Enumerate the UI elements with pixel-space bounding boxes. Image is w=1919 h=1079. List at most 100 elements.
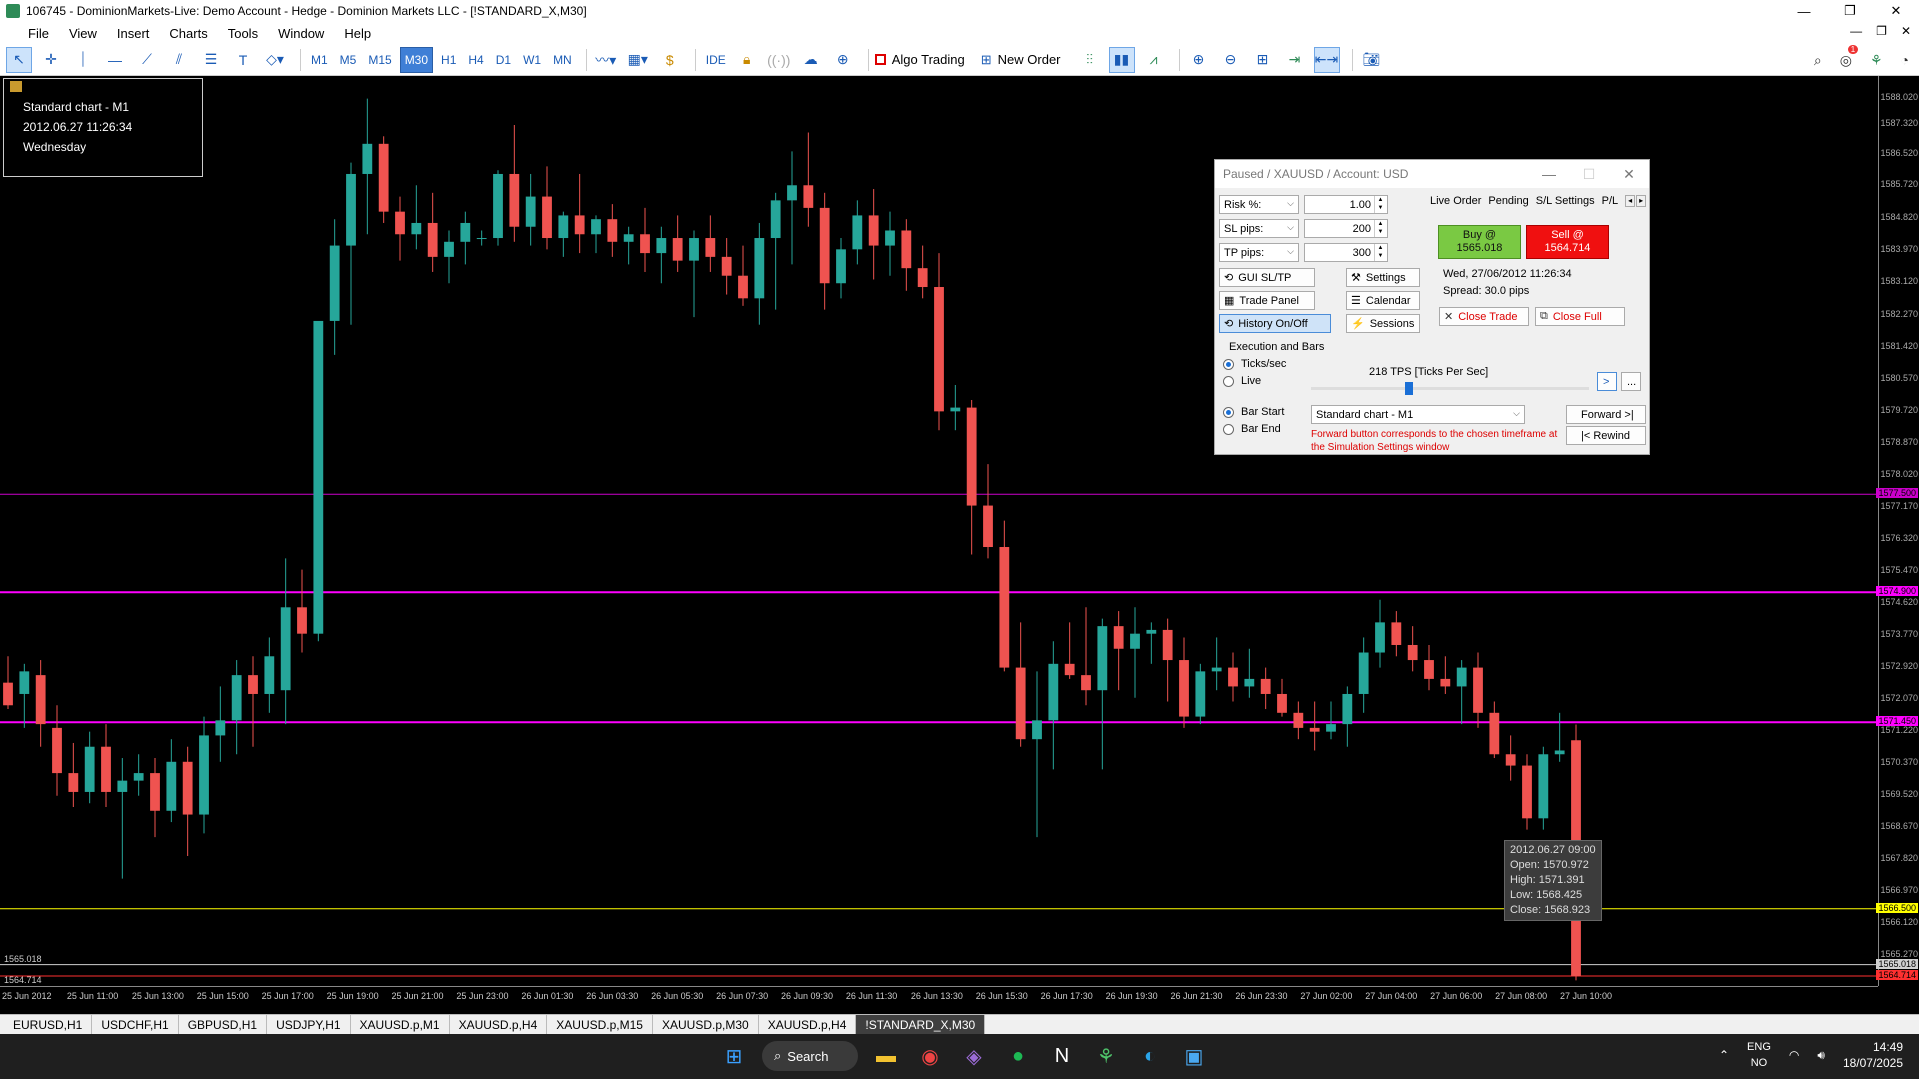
candle[interactable] (427, 192, 438, 272)
trendline-tool-icon[interactable]: ⟋ (134, 47, 160, 73)
candle[interactable] (264, 637, 275, 713)
wifi-icon[interactable]: ◠ (1789, 1048, 1799, 1062)
candle[interactable] (1554, 712, 1565, 762)
metatrader-icon[interactable]: ⚘ (1090, 1040, 1122, 1072)
signal-icon[interactable]: ((·)) (766, 47, 792, 73)
chart-tab[interactable]: XAUUSD.p,M30 (653, 1014, 759, 1035)
candle[interactable] (542, 166, 552, 250)
chart-tab[interactable]: EURUSD,H1 (4, 1014, 93, 1035)
candle[interactable] (248, 656, 258, 747)
sl-input[interactable]: 200 ▲ ▼ (1304, 219, 1388, 238)
candle[interactable] (640, 207, 650, 272)
candle[interactable] (1032, 671, 1042, 838)
cursor-tool-icon[interactable]: ↖ (6, 46, 32, 73)
candle[interactable] (476, 230, 487, 246)
candle[interactable] (1113, 611, 1124, 691)
bar-end-radio[interactable] (1223, 424, 1234, 435)
menu-tools[interactable]: Tools (218, 26, 268, 41)
panel-title-bar[interactable]: Paused / XAUUSD / Account: USD — ☐ ✕ (1215, 160, 1649, 188)
gui-sltp-button[interactable]: ⟲ GUI SL/TP (1219, 268, 1315, 287)
candle[interactable] (1293, 701, 1304, 740)
child-minimize-button[interactable]: — (1850, 24, 1862, 38)
panel-maximize-button[interactable]: ☐ (1569, 160, 1609, 188)
candle[interactable] (1522, 754, 1532, 830)
candle[interactable] (836, 238, 846, 299)
chart-tab[interactable]: GBPUSD,H1 (179, 1014, 268, 1035)
tab-sl-settings[interactable]: S/L Settings (1536, 195, 1595, 207)
candle[interactable] (1358, 637, 1369, 713)
settings-button[interactable]: ⚒ Settings (1346, 268, 1420, 287)
candle[interactable] (395, 196, 405, 261)
candle[interactable] (1244, 648, 1255, 698)
candle[interactable] (150, 758, 160, 838)
candle[interactable] (917, 245, 928, 299)
sl-select[interactable]: SL pips: ⌵ (1219, 219, 1299, 238)
candle[interactable] (297, 569, 307, 653)
candle[interactable] (509, 124, 520, 242)
candle[interactable] (378, 136, 389, 223)
candle[interactable] (1424, 644, 1434, 691)
chart-select[interactable]: Standard chart - M1 ⌵ (1311, 405, 1525, 424)
candle[interactable] (35, 660, 46, 747)
candle[interactable] (493, 170, 503, 246)
candle[interactable] (444, 230, 454, 284)
candle[interactable] (1146, 622, 1157, 664)
timeframe-m1[interactable]: M1 (307, 47, 332, 73)
candle[interactable] (950, 384, 961, 431)
candle[interactable] (68, 742, 79, 808)
search-icon[interactable]: ⌕ (1814, 52, 1822, 69)
candle[interactable] (607, 204, 618, 257)
candle[interactable] (754, 222, 765, 325)
depth-of-market-icon[interactable]: ⫶⫶ (1077, 47, 1103, 73)
candle[interactable] (1473, 652, 1483, 728)
text-tool-icon[interactable]: T (230, 47, 256, 73)
candle[interactable] (738, 245, 748, 306)
market-icon[interactable]: $ (657, 47, 683, 73)
vps-icon[interactable]: ⊕ (830, 47, 856, 73)
menu-view[interactable]: View (59, 26, 107, 41)
tab-pl[interactable]: P/L (1602, 195, 1619, 207)
price-axis[interactable]: 1588.020 1587.320 1586.520 1585.720 1584.820… (1876, 76, 1919, 986)
speed-next-button[interactable]: > (1597, 372, 1617, 391)
candle[interactable] (787, 151, 797, 265)
buy-button[interactable]: Buy @1565.018 (1438, 225, 1521, 259)
candle[interactable] (329, 219, 340, 355)
candle[interactable] (1097, 618, 1108, 770)
candle[interactable] (868, 189, 879, 280)
clock[interactable]: 14:49 18/07/2025 (1843, 1039, 1903, 1071)
candle[interactable] (1505, 735, 1516, 781)
candle[interactable] (558, 211, 569, 257)
candle[interactable] (1081, 607, 1091, 706)
risk-spinner[interactable]: ▲ ▼ (1374, 196, 1386, 213)
candle[interactable] (182, 746, 193, 856)
child-restore-button[interactable]: ❐ (1876, 24, 1887, 38)
timeframe-m15[interactable]: M15 (364, 47, 395, 73)
new-order-button[interactable]: ⊞ New Order (981, 52, 1061, 68)
edge-icon[interactable]: ◐ (1134, 1040, 1166, 1072)
tab-scroll-left-icon[interactable]: ◂ (1625, 195, 1636, 207)
taskbar-search[interactable]: ⌕ Search (762, 1041, 858, 1071)
chart-tab[interactable]: USDJPY,H1 (267, 1014, 351, 1035)
chrome-icon[interactable]: ◉ (914, 1040, 946, 1072)
candle[interactable] (411, 185, 422, 250)
candle[interactable] (966, 400, 977, 555)
timeframe-h4[interactable]: H4 (464, 47, 487, 73)
candle[interactable] (1064, 622, 1075, 679)
tray-chevron-up-icon[interactable]: ⌃ (1719, 1048, 1729, 1062)
candle[interactable] (803, 132, 814, 227)
chart-tab[interactable]: XAUUSD.p,M1 (351, 1014, 450, 1035)
candle[interactable] (819, 192, 830, 310)
candle[interactable] (1015, 622, 1026, 747)
time-axis[interactable]: 25 Jun 2012 25 Jun 11:00 25 Jun 13:00 25 Ju… (0, 986, 1878, 1014)
zoom-out-icon[interactable]: ⊖ (1218, 47, 1244, 73)
candle[interactable] (1309, 701, 1320, 751)
app-window-icon[interactable]: ▣ (1178, 1040, 1210, 1072)
forward-button[interactable]: Forward >| (1566, 405, 1646, 424)
chart-shift-icon[interactable]: ⇤⇥ (1313, 46, 1340, 73)
tab-live-order[interactable]: Live Order (1430, 195, 1481, 207)
risk-input[interactable]: 1.00 ▲ ▼ (1304, 195, 1388, 214)
menu-charts[interactable]: Charts (159, 26, 217, 41)
candle[interactable] (1489, 701, 1500, 759)
rewind-button[interactable]: |< Rewind (1566, 426, 1646, 445)
algo-trading-button[interactable]: Algo Trading (874, 52, 965, 67)
